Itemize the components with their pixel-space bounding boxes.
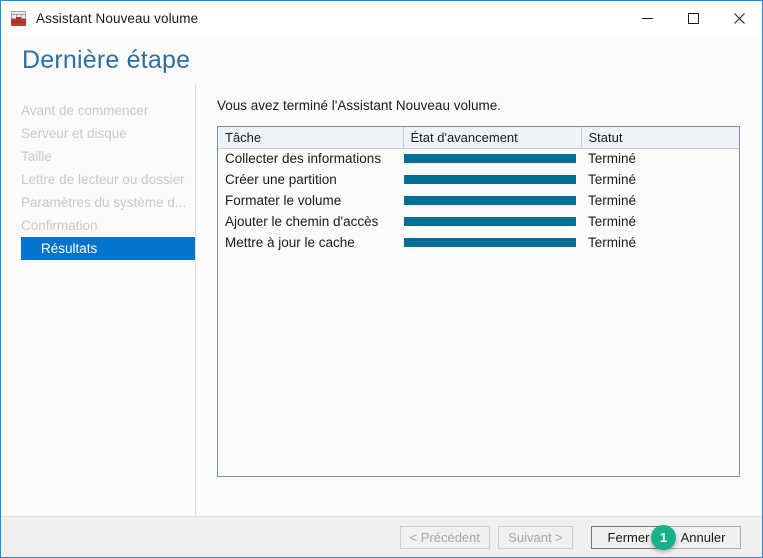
- wizard-window: Assistant Nouveau volume Dernière étape …: [0, 0, 763, 558]
- sidebar-item-results[interactable]: Résultats: [21, 237, 195, 260]
- progress-bar-fill: [404, 217, 576, 226]
- cell-progress: [403, 211, 581, 232]
- progress-bar-track: [404, 196, 576, 205]
- completion-message: Vous avez terminé l'Assistant Nouveau vo…: [217, 98, 501, 113]
- results-table: Tâche État d'avancement Statut Collecter…: [218, 127, 739, 253]
- progress-bar-fill: [404, 196, 576, 205]
- cell-progress: [403, 232, 581, 253]
- progress-bar-track: [404, 238, 576, 247]
- title-bar: Assistant Nouveau volume: [1, 1, 762, 36]
- table-row[interactable]: Collecter des informations Terminé: [218, 148, 739, 169]
- sidebar-item-size[interactable]: Taille: [1, 145, 195, 168]
- progress-bar-fill: [404, 238, 576, 247]
- sidebar-item-server-and-disk[interactable]: Serveur et disque: [1, 122, 195, 145]
- wizard-steps-sidebar: Avant de commencer Serveur et disque Tai…: [1, 84, 196, 516]
- cancel-button[interactable]: Annuler: [666, 525, 741, 549]
- wizard-footer: < Précédent Suivant > Fermer Annuler: [1, 516, 762, 557]
- progress-bar-track: [404, 217, 576, 226]
- results-table-body: Collecter des informations Terminé Créer…: [218, 148, 739, 253]
- results-panel: Tâche État d'avancement Statut Collecter…: [217, 126, 740, 477]
- minimize-button[interactable]: [624, 1, 670, 36]
- column-header-task[interactable]: Tâche: [218, 127, 404, 149]
- cell-task: Formater le volume: [225, 193, 342, 208]
- progress-bar-track: [404, 175, 576, 184]
- wizard-content: Vous avez terminé l'Assistant Nouveau vo…: [196, 84, 762, 516]
- progress-bar-fill: [404, 154, 576, 164]
- cell-status: Terminé: [588, 172, 637, 187]
- cell-status: Terminé: [588, 214, 637, 229]
- table-row[interactable]: Créer une partition Terminé: [218, 169, 739, 190]
- cell-progress: [403, 190, 581, 211]
- table-row[interactable]: Formater le volume Terminé: [218, 190, 739, 211]
- page-title: Dernière étape: [22, 45, 191, 74]
- cell-status: Terminé: [588, 235, 637, 250]
- sidebar-item-drive-letter-or-folder[interactable]: Lettre de lecteur ou dossier: [1, 168, 195, 191]
- cell-progress: [403, 148, 581, 169]
- window-title: Assistant Nouveau volume: [36, 11, 199, 26]
- previous-button[interactable]: < Précédent: [399, 525, 490, 549]
- cell-progress: [403, 169, 581, 190]
- cell-task: Mettre à jour le cache: [225, 235, 355, 250]
- close-button[interactable]: [716, 1, 762, 36]
- cell-task: Collecter des informations: [225, 151, 382, 167]
- cell-task: Créer une partition: [225, 172, 337, 187]
- table-row[interactable]: Ajouter le chemin d'accès Terminé: [218, 211, 739, 232]
- cell-status: Terminé: [588, 151, 637, 167]
- wizard-body: Avant de commencer Serveur et disque Tai…: [1, 84, 762, 516]
- column-header-progress[interactable]: État d'avancement: [403, 127, 582, 149]
- progress-bar-track: [404, 154, 576, 164]
- sidebar-item-confirmation[interactable]: Confirmation: [1, 214, 195, 237]
- maximize-button[interactable]: [670, 1, 716, 36]
- column-header-status[interactable]: Statut: [581, 127, 739, 149]
- progress-bar-fill: [404, 175, 576, 184]
- page-header: Dernière étape: [1, 36, 762, 84]
- cell-task: Ajouter le chemin d'accès: [225, 214, 379, 229]
- cell-status: Terminé: [588, 193, 637, 208]
- sidebar-item-before-you-begin[interactable]: Avant de commencer: [1, 99, 195, 122]
- sidebar-item-file-system-settings[interactable]: Paramètres du système d...: [1, 191, 195, 214]
- wizard-toolbox-icon: [10, 10, 27, 27]
- table-row[interactable]: Mettre à jour le cache Terminé: [218, 232, 739, 253]
- next-button[interactable]: Suivant >: [498, 525, 573, 549]
- annotation-badge-1: 1: [651, 525, 676, 550]
- window-controls: [624, 1, 762, 36]
- table-header-row: Tâche État d'avancement Statut: [218, 127, 739, 149]
